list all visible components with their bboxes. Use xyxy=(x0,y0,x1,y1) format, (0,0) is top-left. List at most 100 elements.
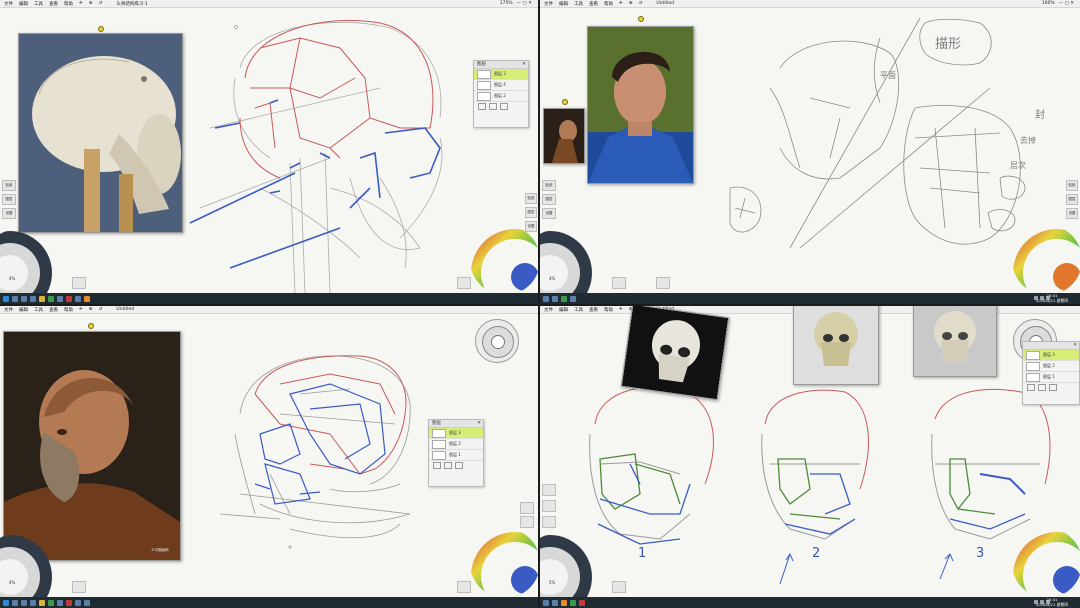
app-icon[interactable] xyxy=(84,599,90,606)
trash-icon[interactable] xyxy=(500,102,508,110)
layer-row[interactable]: 图层 2 xyxy=(1023,361,1079,372)
layers-button[interactable]: 图层 xyxy=(1066,194,1078,205)
add-layer-icon[interactable] xyxy=(478,102,486,110)
rotate-icon[interactable]: ↺ xyxy=(639,1,643,6)
layer-row[interactable]: 图层 1 xyxy=(1023,372,1079,383)
app-icon[interactable] xyxy=(561,295,567,302)
canvas-corner-button[interactable] xyxy=(457,581,471,593)
canvas-corner-button[interactable] xyxy=(520,516,534,528)
menu-tools[interactable]: 工具 xyxy=(34,307,43,313)
folder-icon[interactable] xyxy=(39,295,45,302)
reference-pin-icon[interactable] xyxy=(638,16,644,22)
layer-row[interactable]: 图层 2 xyxy=(474,91,528,102)
menu-tools[interactable]: 工具 xyxy=(34,1,43,7)
reference-image-portrait[interactable] xyxy=(587,26,694,184)
clock[interactable]: 20:41 2016/4/21 星期四 xyxy=(1036,597,1068,607)
taskview-icon[interactable] xyxy=(21,599,27,606)
move-icon[interactable]: ✛ xyxy=(79,307,83,312)
folder-icon[interactable] xyxy=(444,461,452,469)
color-wheel-icon[interactable] xyxy=(1012,528,1080,598)
sketchbook-icon[interactable] xyxy=(84,295,90,302)
menu-edit[interactable]: 编辑 xyxy=(19,1,28,7)
reference-pin-icon[interactable] xyxy=(98,26,104,32)
zoom-icon[interactable]: ⊕ xyxy=(89,1,93,6)
reference-image-skull-museum[interactable] xyxy=(793,306,879,385)
taskview-icon[interactable] xyxy=(21,295,27,302)
reference-image-skull[interactable] xyxy=(18,33,183,233)
menu-file[interactable]: 文件 xyxy=(544,1,553,7)
canvas-corner-button[interactable] xyxy=(656,277,670,289)
zoom-icon[interactable]: ⊕ xyxy=(89,307,93,312)
settings-button[interactable]: 设置 xyxy=(1066,208,1078,219)
start-icon[interactable] xyxy=(3,599,9,606)
stickers-button[interactable]: 贴纸 xyxy=(1066,180,1078,191)
app-icon[interactable] xyxy=(48,295,54,302)
app-icon[interactable] xyxy=(570,599,576,606)
menu-view[interactable]: 查看 xyxy=(49,307,58,313)
trash-icon[interactable] xyxy=(1049,383,1057,391)
browser-icon[interactable] xyxy=(30,599,36,606)
layers-button[interactable]: 图层 xyxy=(542,194,556,205)
stickers-button[interactable]: 贴纸 xyxy=(542,180,556,191)
zoom-icon[interactable]: ⊕ xyxy=(629,1,633,6)
close-icon[interactable]: ✕ xyxy=(477,420,481,427)
search-icon[interactable] xyxy=(12,295,18,302)
window-controls[interactable]: — ▢ ✕ xyxy=(1059,1,1074,6)
settings-button[interactable]: 设置 xyxy=(2,208,16,219)
menu-help[interactable]: 帮助 xyxy=(64,307,73,313)
app-icon[interactable] xyxy=(543,295,549,302)
menu-tools[interactable]: 工具 xyxy=(574,1,583,7)
menu-edit[interactable]: 编辑 xyxy=(19,307,28,313)
clock[interactable]: 20:01 2016/4/21 星期四 xyxy=(1036,293,1068,303)
browser-icon[interactable] xyxy=(30,295,36,302)
menu-edit[interactable]: 编辑 xyxy=(559,1,568,7)
app-icon[interactable] xyxy=(543,599,549,606)
app-icon[interactable] xyxy=(48,599,54,606)
navigation-lagoon-icon[interactable] xyxy=(475,319,519,363)
folder-icon[interactable] xyxy=(39,599,45,606)
canvas-corner-button[interactable] xyxy=(542,500,556,512)
reference-image-oldman-thumb[interactable] xyxy=(543,108,585,164)
app-icon[interactable] xyxy=(75,599,81,606)
canvas-corner-button[interactable] xyxy=(542,484,556,496)
rotate-icon[interactable]: ↺ xyxy=(99,1,103,6)
layer-row[interactable]: 图层 3 xyxy=(429,428,483,439)
menu-view[interactable]: 查看 xyxy=(589,1,598,7)
color-wheel-icon[interactable] xyxy=(470,225,538,295)
menu-tools[interactable]: 工具 xyxy=(574,307,583,313)
menu-help[interactable]: 帮助 xyxy=(604,307,613,313)
layer-row[interactable]: 图层 3 xyxy=(1023,350,1079,361)
menu-edit[interactable]: 编辑 xyxy=(559,307,568,313)
canvas-corner-button[interactable] xyxy=(72,581,86,593)
close-icon[interactable]: ✕ xyxy=(1073,342,1077,349)
zoom-level[interactable]: 100% xyxy=(1042,1,1055,6)
folder-icon[interactable] xyxy=(1038,383,1046,391)
app-icon[interactable] xyxy=(579,599,585,606)
stickers-button[interactable]: 贴纸 xyxy=(525,193,537,204)
reference-pin-icon[interactable] xyxy=(88,323,94,329)
menu-file[interactable]: 文件 xyxy=(544,307,553,313)
canvas-corner-button[interactable] xyxy=(612,277,626,289)
move-icon[interactable]: ✛ xyxy=(619,307,623,312)
move-icon[interactable]: ✛ xyxy=(619,1,623,6)
canvas-corner-button[interactable] xyxy=(72,277,86,289)
app-icon[interactable] xyxy=(570,295,576,302)
layers-button[interactable]: 图层 xyxy=(2,194,16,205)
color-wheel-icon[interactable] xyxy=(1012,225,1080,295)
layer-row[interactable]: 图层 4 xyxy=(474,80,528,91)
reference-pin-icon[interactable] xyxy=(562,99,568,105)
menu-help[interactable]: 帮助 xyxy=(64,1,73,7)
window-controls[interactable]: — ▢ ✕ xyxy=(517,1,532,6)
zoom-level[interactable]: 175% xyxy=(500,1,513,6)
layer-row[interactable]: 图层 2 xyxy=(429,439,483,450)
canvas-corner-button[interactable] xyxy=(612,581,626,593)
move-icon[interactable]: ✛ xyxy=(79,1,83,6)
search-icon[interactable] xyxy=(12,599,18,606)
layers-button[interactable]: 图层 xyxy=(525,207,537,218)
layer-row[interactable]: 图层 1 xyxy=(429,450,483,461)
add-layer-icon[interactable] xyxy=(1027,383,1035,391)
app-icon[interactable] xyxy=(552,599,558,606)
stickers-button[interactable]: 贴纸 xyxy=(2,180,16,191)
trash-icon[interactable] xyxy=(455,461,463,469)
canvas-corner-button[interactable] xyxy=(542,516,556,528)
